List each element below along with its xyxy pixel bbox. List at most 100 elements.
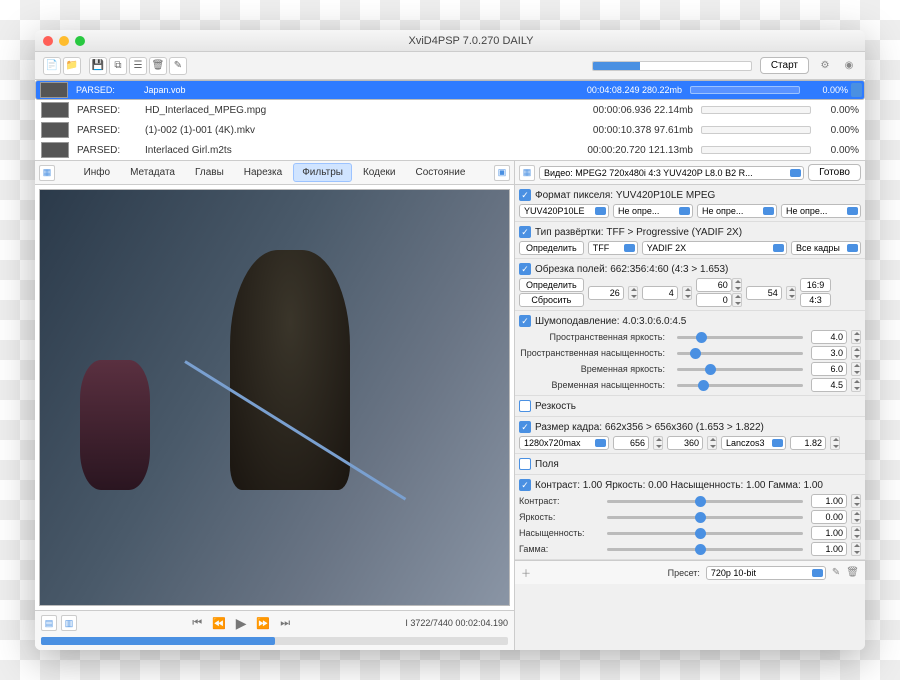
eye-icon[interactable]: ◉ (841, 58, 857, 74)
stepper[interactable] (732, 293, 742, 307)
add-icon[interactable]: ＋ (521, 565, 531, 580)
file-row[interactable]: PARSED: Interlaced Girl.m2ts 00:00:20.72… (35, 140, 865, 160)
scan-detect-button[interactable]: Определить (519, 241, 584, 255)
rewind-icon[interactable]: ⏪ (209, 615, 229, 631)
slider[interactable] (673, 330, 807, 344)
tab-filters[interactable]: Фильтры (293, 163, 352, 182)
prev-icon[interactable]: ⏮ (187, 615, 207, 631)
fields-checkbox[interactable]: ✓ (519, 458, 531, 470)
video-preview[interactable] (39, 189, 510, 606)
mode-a-icon[interactable]: ▤ (41, 615, 57, 631)
slider[interactable] (603, 542, 807, 556)
preset-delete-icon[interactable]: 🗑 (846, 567, 859, 578)
zoom-icon[interactable] (75, 36, 85, 46)
grid-icon[interactable]: ▦ (39, 165, 55, 181)
titlebar[interactable]: XviD4PSP 7.0.270 DAILY (35, 30, 865, 52)
slider[interactable] (673, 362, 807, 376)
stepper[interactable] (851, 330, 861, 344)
scan-field-select[interactable]: TFF (588, 241, 638, 255)
aspect-169[interactable]: 16:9 (800, 278, 832, 292)
play-icon[interactable]: ▶ (231, 615, 251, 631)
global-progress (592, 61, 752, 71)
stepper[interactable] (653, 436, 663, 450)
save-icon[interactable]: 💾 (89, 57, 107, 75)
open-file-icon[interactable]: 📄 (43, 57, 61, 75)
settings-gear-icon[interactable]: ⚙ (817, 58, 833, 74)
stepper[interactable] (851, 362, 861, 376)
tab-info[interactable]: Инфо (75, 163, 120, 182)
video-stream-select[interactable]: Видео: MPEG2 720x480i 4:3 YUV420P L8.0 B… (539, 166, 804, 180)
preset-edit-icon[interactable]: ✎ (832, 567, 840, 578)
open-folder-icon[interactable]: 📁 (63, 57, 81, 75)
next-icon[interactable]: ⏭ (275, 615, 295, 631)
resize-w[interactable]: 656 (613, 436, 649, 450)
stepper[interactable] (851, 526, 861, 540)
stepper[interactable] (732, 278, 742, 292)
pixfmt-select[interactable]: YUV420P10LE (519, 204, 609, 218)
slider[interactable] (603, 510, 807, 524)
tab-status[interactable]: Состояние (407, 163, 475, 182)
panel-icon[interactable]: ▣ (494, 165, 510, 181)
crop-left[interactable]: 26 (588, 286, 624, 300)
stepper[interactable] (851, 542, 861, 556)
stepper[interactable] (851, 494, 861, 508)
aspect-43[interactable]: 4:3 (800, 293, 832, 307)
resize-preset-select[interactable]: 1280x720max (519, 436, 609, 450)
tab-metadata[interactable]: Метадата (121, 163, 184, 182)
file-row[interactable]: PARSED: Japan.vob 00:04:08.249 280.22mb … (35, 80, 865, 100)
stepper[interactable] (707, 436, 717, 450)
crop-top[interactable]: 4 (642, 286, 678, 300)
edit-icon[interactable]: ✎ (169, 57, 187, 75)
close-icon[interactable] (43, 36, 53, 46)
preset-select[interactable]: 720p 10-bit (706, 566, 826, 580)
resize-algo-select[interactable]: Lanczos3 (721, 436, 786, 450)
stepper[interactable] (830, 436, 840, 450)
mode-b-icon[interactable]: ▥ (61, 615, 77, 631)
tab-codecs[interactable]: Кодеки (354, 163, 405, 182)
stepper[interactable] (628, 286, 638, 300)
tab-cut[interactable]: Нарезка (235, 163, 291, 182)
tab-bar: ▦ Инфо Метадата Главы Нарезка Фильтры Ко… (35, 161, 514, 185)
list-icon[interactable]: ☰ (129, 57, 147, 75)
scan-method-select[interactable]: YADIF 2X (642, 241, 787, 255)
start-button[interactable]: Старт (760, 57, 809, 74)
denoise-checkbox[interactable]: ✓ (519, 315, 531, 327)
file-row[interactable]: PARSED: (1)-002 (1)-001 (4K).mkv 00:00:1… (35, 120, 865, 140)
slider[interactable] (673, 378, 807, 392)
stepper[interactable] (786, 286, 796, 300)
filters-panel: ▦ Видео: MPEG2 720x480i 4:3 YUV420P L8.0… (515, 161, 865, 650)
trash-icon[interactable]: 🗑 (149, 57, 167, 75)
thumbnail (40, 82, 68, 98)
stream-icon[interactable]: ▦ (519, 165, 535, 181)
resize-checkbox[interactable]: ✓ (519, 421, 531, 433)
file-row[interactable]: PARSED: HD_Interlaced_MPEG.mpg 00:00:06.… (35, 100, 865, 120)
scan-checkbox[interactable]: ✓ (519, 226, 531, 238)
resize-scale[interactable]: 1.82 (790, 436, 826, 450)
pixfmt-opt2[interactable]: Не опре... (697, 204, 777, 218)
stepper[interactable] (851, 378, 861, 392)
pixfmt-opt3[interactable]: Не опре... (781, 204, 861, 218)
pixfmt-checkbox[interactable]: ✓ (519, 189, 531, 201)
forward-icon[interactable]: ⏩ (253, 615, 273, 631)
stepper[interactable] (851, 346, 861, 360)
playhead-info: I 3722/7440 00:02:04.190 (405, 618, 508, 628)
scan-frames-select[interactable]: Все кадры (791, 241, 861, 255)
stepper[interactable] (851, 510, 861, 524)
copy-icon[interactable]: ⧉ (109, 57, 127, 75)
stepper[interactable] (682, 286, 692, 300)
crop-reset-button[interactable]: Сбросить (519, 293, 584, 307)
slider[interactable] (673, 346, 807, 360)
crop-right[interactable]: 54 (746, 286, 782, 300)
tab-chapters[interactable]: Главы (186, 163, 233, 182)
minimize-icon[interactable] (59, 36, 69, 46)
slider[interactable] (603, 526, 807, 540)
pixfmt-opt1[interactable]: Не опре... (613, 204, 693, 218)
ready-button[interactable]: Готово (808, 164, 861, 181)
crop-checkbox[interactable]: ✓ (519, 263, 531, 275)
seek-bar[interactable] (41, 637, 508, 645)
color-checkbox[interactable]: ✓ (519, 479, 531, 491)
slider[interactable] (603, 494, 807, 508)
crop-detect-button[interactable]: Определить (519, 278, 584, 292)
resize-h[interactable]: 360 (667, 436, 703, 450)
sharp-checkbox[interactable]: ✓ (519, 400, 531, 412)
